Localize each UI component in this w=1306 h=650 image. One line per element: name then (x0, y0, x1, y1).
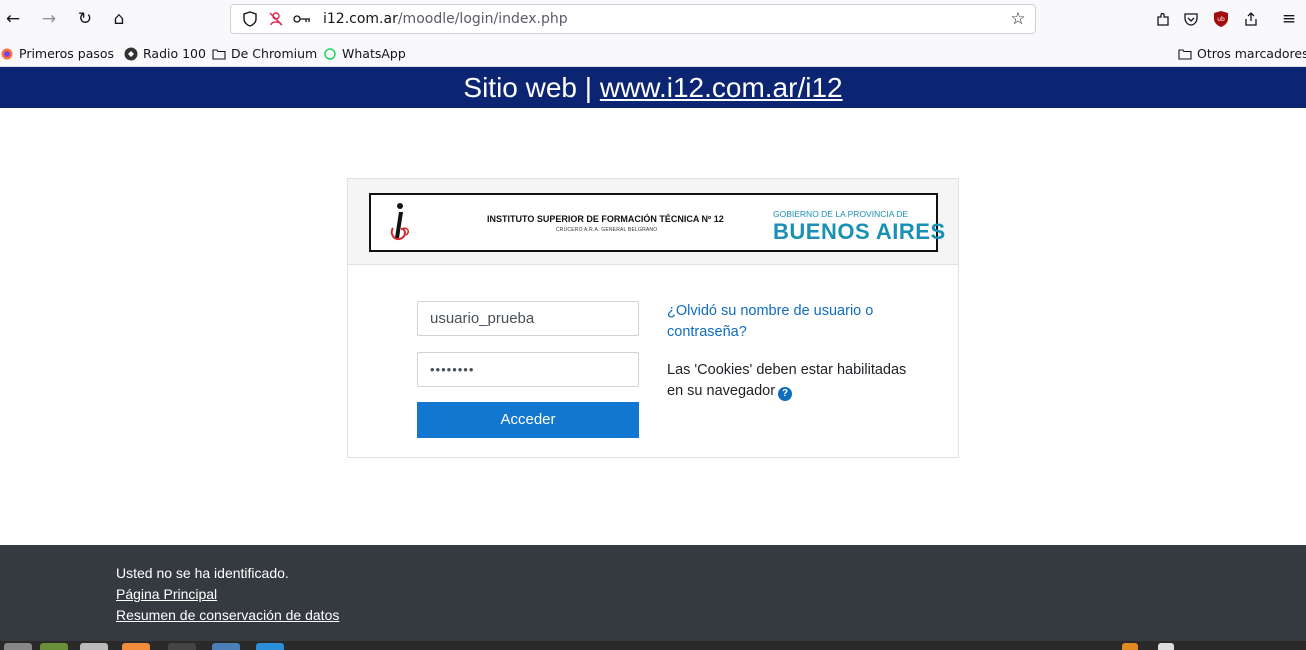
page-footer: Usted no se ha identificado. Página Prin… (0, 545, 1306, 641)
data-retention-summary-link[interactable]: Resumen de conservación de datos (116, 607, 339, 623)
institute-logo-icon (390, 203, 409, 240)
taskbar-app-icon[interactable] (4, 643, 32, 650)
ublock-icon[interactable]: ub (1210, 8, 1232, 30)
login-card-header: INSTITUTO SUPERIOR DE FORMACIÓN TÉCNICA … (348, 179, 958, 265)
radio-icon (124, 47, 138, 61)
taskbar-app-icon[interactable] (256, 643, 284, 650)
taskbar-app-icon[interactable] (212, 643, 240, 650)
bookmark-otros-marcadores[interactable]: Otros marcadores (1178, 46, 1306, 61)
not-logged-in-text: Usted no se ha identificado. (116, 565, 289, 581)
key-icon[interactable] (291, 8, 313, 30)
government-label: GOBIERNO DE LA PROVINCIA DE (773, 209, 909, 219)
taskbar-app-icon[interactable] (40, 643, 68, 650)
taskbar-app-icon[interactable] (122, 643, 150, 650)
share-icon[interactable] (1240, 8, 1262, 30)
forward-icon[interactable]: → (38, 8, 60, 30)
star-icon[interactable]: ☆ (1007, 8, 1029, 30)
taskbar-tray-icon[interactable] (1122, 643, 1138, 650)
whatsapp-icon (323, 47, 337, 61)
reload-icon[interactable]: ↻ (74, 8, 96, 30)
os-taskbar (0, 641, 1306, 650)
taskbar-app-icon[interactable] (80, 643, 108, 650)
extensions-icon[interactable] (1152, 8, 1174, 30)
bookmark-de-chromium[interactable]: De Chromium (212, 46, 317, 61)
province-name: BUENOS AIRES (773, 219, 946, 244)
pocket-icon[interactable] (1180, 8, 1202, 30)
cookies-notice: Las 'Cookies' deben estar habilitadas en… (667, 360, 907, 402)
bookmarks-bar: Primeros pasos Radio 100 De Chromium Wha… (0, 41, 1306, 67)
firefox-icon (0, 47, 14, 61)
menu-icon[interactable]: ≡ (1278, 8, 1300, 30)
permissions-icon[interactable] (265, 8, 287, 30)
taskbar-app-icon[interactable] (168, 643, 196, 650)
svg-text:ub: ub (1217, 16, 1225, 23)
institute-name: INSTITUTO SUPERIOR DE FORMACIÓN TÉCNICA … (487, 214, 724, 224)
home-page-link[interactable]: Página Principal (116, 586, 217, 602)
back-icon[interactable]: ← (2, 8, 24, 30)
help-icon[interactable]: ? (778, 386, 793, 401)
institute-logo-banner: INSTITUTO SUPERIOR DE FORMACIÓN TÉCNICA … (369, 193, 945, 252)
home-icon[interactable]: ⌂ (108, 8, 130, 30)
username-input[interactable]: usuario_prueba (417, 301, 639, 336)
forgot-password-link[interactable]: ¿Olvidó su nombre de usuario o contraseñ… (667, 301, 907, 343)
browser-toolbar: ← → ↻ ⌂ i12.com.ar/moodle/login/index.ph… (0, 0, 1306, 41)
url-bar[interactable]: i12.com.ar/moodle/login/index.php ☆ (230, 4, 1036, 34)
shield-icon[interactable] (239, 8, 261, 30)
bookmark-whatsapp[interactable]: WhatsApp (323, 46, 406, 61)
login-button[interactable]: Acceder (417, 402, 639, 438)
bookmark-radio-100[interactable]: Radio 100 (124, 46, 206, 61)
site-banner: Sitio web | www.i12.com.ar/i12 (0, 67, 1306, 108)
banner-prefix: Sitio web | (463, 72, 600, 103)
bookmark-primeros-pasos[interactable]: Primeros pasos (0, 46, 114, 61)
password-input[interactable]: •••••••• (417, 352, 639, 387)
taskbar-tray-icon[interactable] (1158, 643, 1174, 650)
institute-subtitle: CRUCERO A.R.A. GENERAL BELGRANO (556, 227, 658, 233)
login-card: INSTITUTO SUPERIOR DE FORMACIÓN TÉCNICA … (347, 178, 959, 458)
folder-icon (212, 47, 226, 61)
folder-icon (1178, 47, 1192, 61)
banner-link[interactable]: www.i12.com.ar/i12 (600, 72, 843, 103)
url-text: i12.com.ar/moodle/login/index.php (323, 11, 568, 27)
